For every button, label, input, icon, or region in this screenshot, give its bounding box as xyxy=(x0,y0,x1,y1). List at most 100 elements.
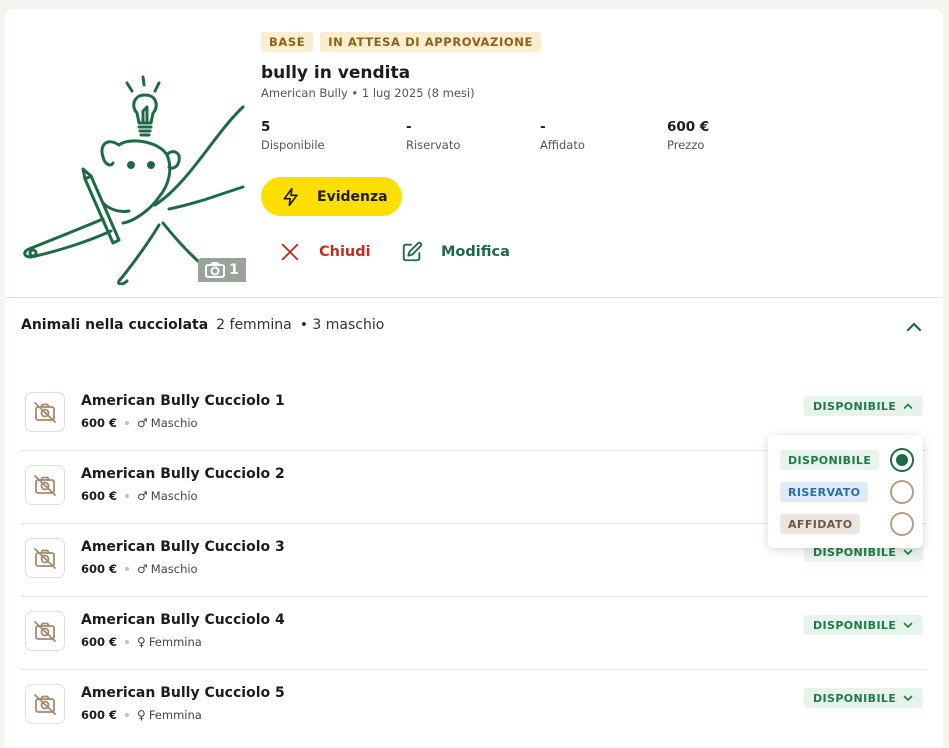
no-photo-thumbnail[interactable] xyxy=(25,611,65,651)
edit-label: Modifica xyxy=(441,244,510,260)
puppy-name: American Bully Cucciolo 1 xyxy=(81,393,285,409)
puppy-row[interactable]: American Bully Cucciolo 5 600 € ♀ Femmin… xyxy=(21,670,927,743)
chevron-down-icon xyxy=(903,695,913,702)
status-menu: DISPONIBILE RISERVATO AFFIDATO xyxy=(768,435,923,548)
approval-status-tag: IN ATTESA DI APPROVAZIONE xyxy=(320,32,541,52)
no-camera-icon xyxy=(34,402,56,423)
puppy-name: American Bully Cucciolo 4 xyxy=(81,612,285,628)
puppy-meta: 600 € ♀ Femmina xyxy=(81,708,202,722)
status-option-label: RISERVATO xyxy=(780,482,869,502)
status-dropdown[interactable]: DISPONIBILE xyxy=(804,396,924,416)
separator-dot xyxy=(125,494,130,498)
plan-tag: BASE xyxy=(261,32,314,52)
close-listing-button[interactable]: Chiudi xyxy=(279,241,371,263)
puppy-row[interactable]: American Bully Cucciolo 4 600 € ♀ Femmin… xyxy=(21,597,927,670)
stat-label: Prezzo xyxy=(667,138,705,152)
listing-subtitle: American Bully • 1 lug 2025 (8 mesi) xyxy=(261,86,475,100)
status-dropdown[interactable]: DISPONIBILE xyxy=(804,615,924,635)
puppy-meta: 600 € ♂ Maschio xyxy=(81,416,198,430)
no-photo-thumbnail[interactable] xyxy=(25,684,65,724)
puppy-sex: ♀ Femmina xyxy=(137,708,202,722)
puppy-sex-label: Femmina xyxy=(148,708,202,722)
edit-icon xyxy=(402,241,423,262)
listing-title: bully in vendita xyxy=(261,63,411,83)
puppy-sex-label: Femmina xyxy=(148,635,202,649)
stat-price: 600 € Prezzo xyxy=(667,119,709,152)
status-dropdown[interactable]: DISPONIBILE xyxy=(804,688,924,708)
status-label: DISPONIBILE xyxy=(813,691,897,705)
no-camera-icon xyxy=(34,475,56,496)
separator-dot xyxy=(125,713,130,717)
litter-section-header[interactable]: Animali nella cucciolata 2 femmina • 3 m… xyxy=(21,317,384,333)
highlight-label: Evidenza xyxy=(317,188,388,205)
puppy-sex-label: Maschio xyxy=(150,416,198,430)
dog-illustration xyxy=(23,75,245,285)
separator-dot xyxy=(125,567,130,571)
close-label: Chiudi xyxy=(319,244,371,260)
puppy-sex: ♂ Maschio xyxy=(137,562,198,576)
status-option-label: AFFIDATO xyxy=(780,514,861,534)
radio-unselected[interactable] xyxy=(890,480,914,504)
puppy-meta: 600 € ♂ Maschio xyxy=(81,489,198,503)
puppy-price: 600 € xyxy=(81,489,118,503)
separator-dot xyxy=(125,640,130,644)
status-option-label: DISPONIBILE xyxy=(780,450,880,470)
status-option-reserved[interactable]: RISERVATO xyxy=(780,480,914,504)
no-photo-thumbnail[interactable] xyxy=(25,538,65,578)
puppy-price: 600 € xyxy=(81,635,118,649)
puppy-meta: 600 € ♂ Maschio xyxy=(81,562,198,576)
puppy-name: American Bully Cucciolo 2 xyxy=(81,466,285,482)
puppy-sex-label: Maschio xyxy=(150,489,198,503)
edit-listing-button[interactable]: Modifica xyxy=(401,241,510,263)
chevron-up-icon xyxy=(903,403,913,409)
no-photo-thumbnail[interactable] xyxy=(25,392,65,432)
male-icon: ♂ xyxy=(137,489,148,503)
camera-icon xyxy=(205,262,226,278)
status-label: DISPONIBILE xyxy=(813,618,897,632)
male-icon: ♂ xyxy=(137,562,148,576)
photo-count: 1 xyxy=(229,262,239,278)
section-divider xyxy=(5,297,943,298)
puppy-name: American Bully Cucciolo 3 xyxy=(81,539,285,555)
radio-selected[interactable] xyxy=(890,448,914,472)
female-icon: ♀ xyxy=(137,708,146,722)
puppy-name: American Bully Cucciolo 5 xyxy=(81,685,285,701)
puppy-price: 600 € xyxy=(81,416,118,430)
no-camera-icon xyxy=(34,548,56,569)
puppy-price: 600 € xyxy=(81,708,118,722)
puppy-price: 600 € xyxy=(81,562,118,576)
female-count: 2 femmina xyxy=(216,317,292,333)
lightning-icon xyxy=(283,187,298,206)
male-count: • 3 maschio xyxy=(299,317,385,333)
photo-count-badge[interactable]: 1 xyxy=(198,258,246,282)
status-option-adopted[interactable]: AFFIDATO xyxy=(780,512,914,536)
puppy-meta: 600 € ♀ Femmina xyxy=(81,635,202,649)
separator-dot xyxy=(125,421,130,425)
chevron-up-icon[interactable] xyxy=(905,318,923,336)
no-photo-thumbnail[interactable] xyxy=(25,465,65,505)
stat-value: - xyxy=(540,119,546,135)
radio-unselected[interactable] xyxy=(890,512,914,536)
male-icon: ♂ xyxy=(137,416,148,430)
status-option-available[interactable]: DISPONIBILE xyxy=(780,448,914,472)
female-icon: ♀ xyxy=(137,635,146,649)
chevron-down-icon xyxy=(903,622,913,629)
listing-tags: BASE IN ATTESA DI APPROVAZIONE xyxy=(261,32,541,52)
stat-adopted: - Affidato xyxy=(540,119,585,152)
highlight-button[interactable]: Evidenza xyxy=(261,177,402,216)
no-camera-icon xyxy=(34,621,56,642)
stat-label: Affidato xyxy=(540,138,585,152)
puppy-sex-label: Maschio xyxy=(150,562,198,576)
litter-section-title: Animali nella cucciolata xyxy=(21,317,209,333)
litter-card: 1 BASE IN ATTESA DI APPROVAZIONE bully i… xyxy=(5,9,943,748)
no-camera-icon xyxy=(34,694,56,715)
stat-label: Disponibile xyxy=(261,138,325,152)
stat-available: 5 Disponibile xyxy=(261,119,325,152)
close-icon xyxy=(281,243,299,261)
status-label: DISPONIBILE xyxy=(813,399,897,413)
stat-value: 5 xyxy=(261,119,271,135)
stat-label: Riservato xyxy=(406,138,461,152)
stat-value: - xyxy=(406,119,412,135)
puppy-sex: ♀ Femmina xyxy=(137,635,202,649)
puppy-sex: ♂ Maschio xyxy=(137,489,198,503)
